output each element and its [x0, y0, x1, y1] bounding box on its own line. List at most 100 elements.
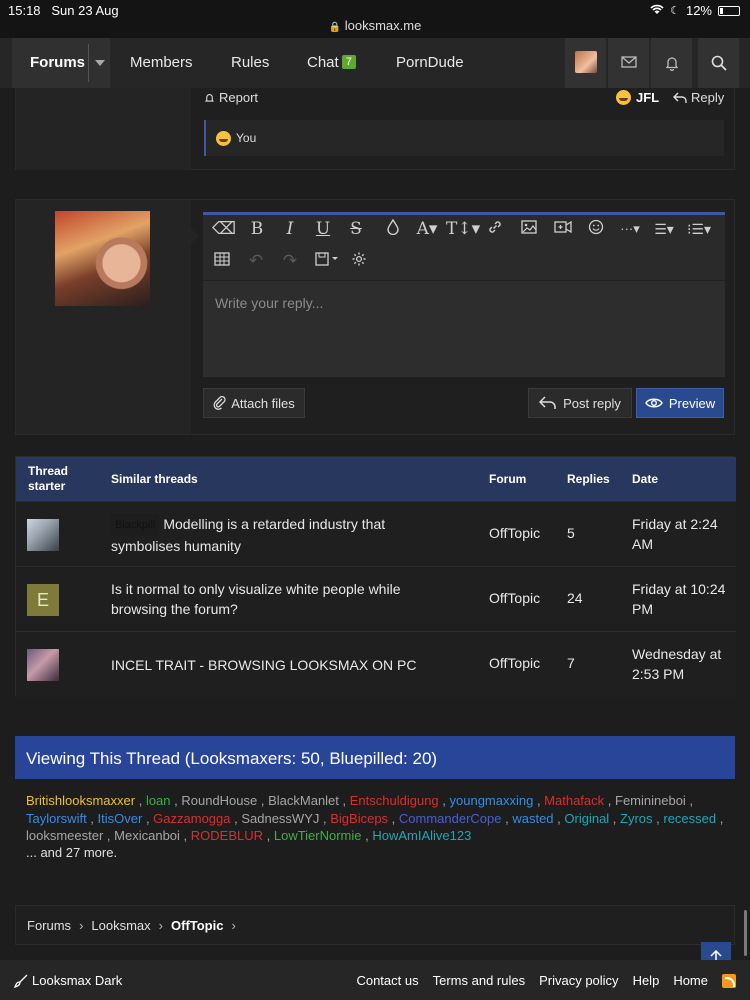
viewer-username[interactable]: Mathafack — [544, 793, 604, 808]
breadcrumb-offtopic[interactable]: OffTopic — [171, 918, 223, 933]
align-icon[interactable]: ☰▾ — [651, 219, 677, 239]
reply-textarea[interactable]: Write your reply... — [203, 281, 725, 325]
thread-title[interactable]: Is it normal to only visualize white peo… — [111, 579, 441, 619]
viewer-username[interactable]: SadnessWYJ — [241, 811, 319, 826]
thread-prefix[interactable]: Blackpill — [111, 514, 160, 536]
viewer-username[interactable]: looksmeester — [26, 828, 103, 843]
report-link[interactable]: Report — [204, 90, 258, 105]
viewer-username[interactable]: CommanderCope — [399, 811, 502, 826]
post-reply-button[interactable]: Post reply — [528, 388, 632, 418]
link-icon[interactable] — [485, 219, 505, 239]
nav-members[interactable]: Members — [130, 54, 193, 71]
footer-privacy-link[interactable]: Privacy policy — [539, 973, 618, 988]
footer-help-link[interactable]: Help — [633, 973, 660, 988]
viewer-username[interactable]: LowTierNormie — [274, 828, 362, 843]
avatar[interactable] — [55, 211, 150, 306]
page-scrollbar[interactable] — [744, 910, 747, 956]
header-replies: Replies — [567, 472, 610, 486]
nav-forums[interactable]: Forums — [12, 38, 110, 88]
nav-chat[interactable]: Chat 7 — [307, 54, 356, 71]
table-row[interactable]: INCEL TRAIT - BROWSING LOOKSMAX ON PC Of… — [16, 631, 736, 697]
breadcrumb-looksmax[interactable]: Looksmax — [91, 918, 150, 933]
laughing-emoji-icon — [216, 130, 231, 146]
url-bar[interactable]: 🔒 looksmax.me — [0, 18, 750, 38]
viewer-username[interactable]: RODEBLUR — [191, 828, 263, 843]
thread-date: Friday at 2:24 AM — [632, 516, 718, 552]
eraser-icon[interactable]: ⌫ — [212, 219, 236, 239]
smiley-icon[interactable] — [586, 219, 606, 239]
reply-arrow-icon — [539, 396, 556, 409]
table-icon[interactable] — [212, 251, 232, 271]
strikethrough-icon[interactable]: S — [346, 219, 366, 239]
viewer-username[interactable]: Zyros — [620, 811, 653, 826]
undo-icon[interactable]: ↶ — [246, 251, 266, 271]
viewer-username[interactable]: Mexicanboi — [114, 828, 180, 843]
table-row[interactable]: Blackpill Modelling is a retarded industr… — [16, 501, 736, 567]
redo-icon[interactable]: ↷ — [280, 251, 300, 271]
list-icon[interactable]: ⁝☰▾ — [685, 219, 713, 239]
thread-title[interactable]: Blackpill Modelling is a retarded industr… — [111, 514, 441, 556]
footer-home-link[interactable]: Home — [673, 973, 708, 988]
image-icon[interactable] — [519, 219, 539, 239]
viewer-username[interactable]: HowAmIAlive123 — [372, 828, 471, 843]
nav-porndude[interactable]: PornDude — [396, 54, 464, 71]
table-row[interactable]: E Is it normal to only visualize white p… — [16, 566, 736, 632]
footer-contact-link[interactable]: Contact us — [356, 973, 418, 988]
bold-icon[interactable]: B — [247, 219, 267, 239]
save-draft-icon[interactable] — [313, 251, 341, 271]
thread-forum[interactable]: OffTopic — [489, 590, 540, 606]
rss-icon[interactable] — [722, 973, 736, 988]
viewer-username[interactable]: ItisOver — [98, 811, 143, 826]
separator: , — [103, 828, 115, 843]
viewer-username[interactable]: recessed — [663, 811, 716, 826]
thread-forum[interactable]: OffTopic — [489, 655, 540, 671]
footer-terms-link[interactable]: Terms and rules — [433, 973, 525, 988]
nav-rules[interactable]: Rules — [231, 54, 269, 71]
theme-chooser[interactable]: Looksmax Dark — [14, 973, 122, 988]
viewer-username[interactable]: Taylorswift — [26, 811, 87, 826]
thread-replies: 5 — [567, 525, 575, 541]
reactions-bar[interactable]: You — [204, 120, 724, 156]
gear-icon[interactable] — [349, 251, 369, 271]
viewer-username[interactable]: loan — [146, 793, 171, 808]
separator: , — [685, 793, 694, 808]
attach-files-button[interactable]: Attach files — [203, 388, 305, 418]
media-icon[interactable] — [553, 219, 573, 239]
viewer-username[interactable]: BlackManlet — [268, 793, 339, 808]
font-size-icon[interactable]: T↕▾ — [446, 219, 480, 239]
viewer-username[interactable]: wasted — [512, 811, 553, 826]
nav-forums-label: Forums — [30, 54, 86, 71]
avatar[interactable] — [27, 519, 59, 551]
italic-icon[interactable]: I — [280, 219, 300, 239]
viewer-username[interactable]: BigBiceps — [330, 811, 388, 826]
underline-icon[interactable]: U — [313, 219, 333, 239]
viewer-username[interactable]: Feminineboi — [615, 793, 686, 808]
separator: , — [263, 828, 274, 843]
viewer-username[interactable]: Gazzamogga — [153, 811, 230, 826]
viewer-username[interactable]: Original — [564, 811, 609, 826]
lock-icon: 🔒 — [328, 22, 342, 33]
preview-button[interactable]: Preview — [636, 388, 724, 418]
avatar[interactable]: E — [27, 584, 59, 616]
chevron-down-icon[interactable] — [95, 60, 105, 66]
thread-title[interactable]: INCEL TRAIT - BROWSING LOOKSMAX ON PC — [111, 655, 441, 675]
alerts-button[interactable] — [650, 38, 692, 88]
breadcrumb-forums[interactable]: Forums — [27, 918, 71, 933]
separator: , — [319, 810, 331, 826]
viewer-username[interactable]: Britishlooksmaxxer — [26, 793, 135, 808]
viewer-username[interactable]: youngmaxxing — [450, 793, 534, 808]
viewer-username[interactable]: Entschuldigung — [350, 793, 439, 808]
more-options-icon[interactable]: ···▾ — [617, 219, 643, 239]
color-drop-icon[interactable] — [383, 218, 403, 239]
viewer-username[interactable]: RoundHouse — [181, 793, 257, 808]
react-button[interactable]: JFL — [616, 90, 659, 105]
font-family-icon[interactable]: A▾ — [412, 219, 442, 239]
inbox-button[interactable] — [607, 38, 649, 88]
reply-link[interactable]: Reply — [673, 90, 724, 105]
separator: , — [257, 793, 269, 808]
account-button[interactable] — [564, 38, 606, 88]
reply-user-column — [16, 200, 191, 434]
search-button[interactable] — [697, 38, 739, 88]
avatar[interactable] — [27, 649, 59, 681]
thread-forum[interactable]: OffTopic — [489, 525, 540, 541]
